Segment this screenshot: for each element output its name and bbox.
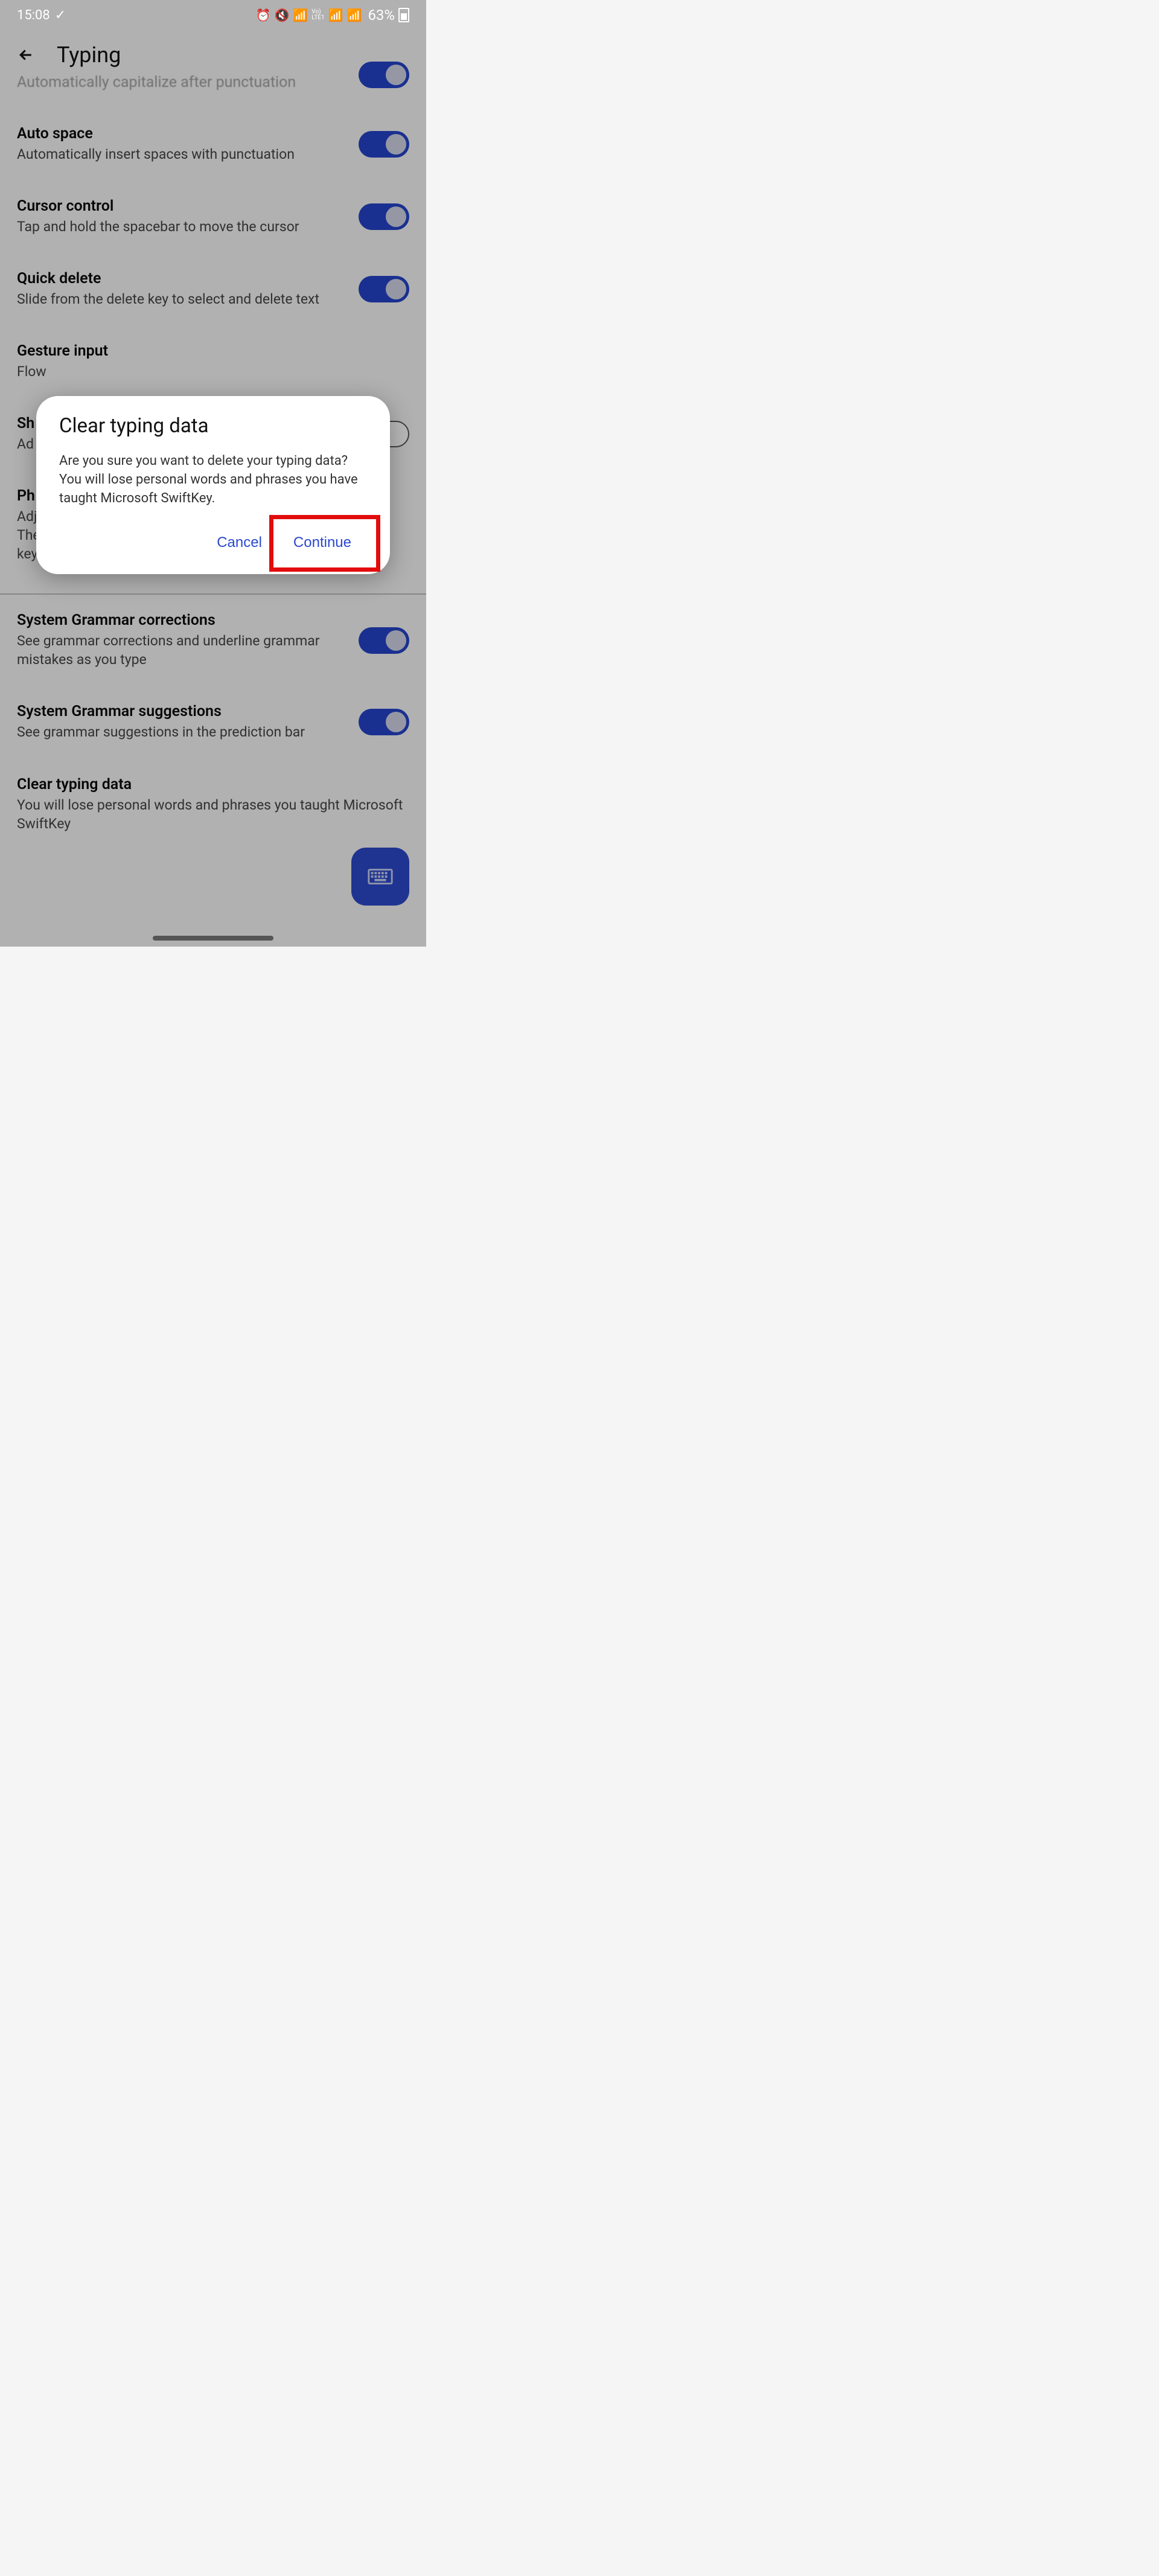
volte-icon: Vo)LTE1 [311,9,324,21]
status-bar: 15:08 ✓ ⏰ 🔇 📶 Vo)LTE1 📶 📶 63% [0,0,426,30]
cancel-button[interactable]: Cancel [201,526,278,560]
alarm-icon: ⏰ [256,8,271,22]
status-time: 15:08 [17,8,50,23]
signal-icon-1: 📶 [328,8,343,22]
status-left: 15:08 ✓ [17,8,66,23]
dialog-actions: Cancel Continue [59,526,367,560]
signal-icon-2: 📶 [347,8,362,22]
clear-typing-data-dialog: Clear typing data Are you sure you want … [36,396,390,574]
battery-icon [398,8,409,22]
status-right: ⏰ 🔇 📶 Vo)LTE1 📶 📶 63% [256,7,409,24]
dialog-title: Clear typing data [59,414,367,438]
annotation-highlight [269,515,380,572]
dialog-body: Are you sure you want to delete your typ… [59,452,367,508]
battery-percent: 63% [368,7,395,24]
wifi-icon: 📶 [293,8,308,22]
status-extra-icon: ✓ [55,8,66,23]
gesture-nav-pill[interactable] [153,936,273,941]
mute-icon: 🔇 [274,8,289,22]
